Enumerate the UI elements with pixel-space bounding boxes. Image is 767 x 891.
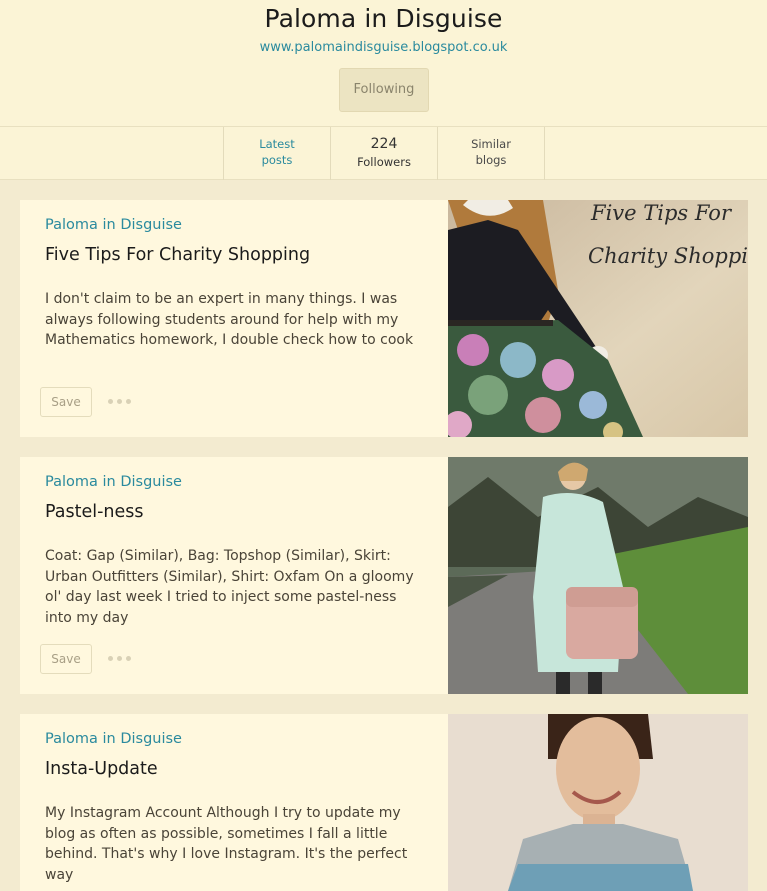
followers-label: Followers <box>357 155 411 169</box>
post-title[interactable]: Five Tips For Charity Shopping <box>45 245 310 265</box>
post-photo-pastel-coat <box>448 457 748 694</box>
post-photo-instagram-portrait <box>448 714 748 891</box>
followers-count: 224 <box>370 136 398 152</box>
blog-header: Paloma in Disguise www.palomaindisguise.… <box>0 0 767 126</box>
post-image[interactable] <box>448 457 748 694</box>
post-blog-name[interactable]: Paloma in Disguise <box>45 217 182 233</box>
latest-posts-label-line1: Latest <box>259 137 295 151</box>
image-caption-line1: Five Tips For <box>590 201 733 225</box>
similar-blogs-tab[interactable]: Similar blogs <box>437 127 545 180</box>
post-image[interactable]: Five Tips For Charity Shopping <box>448 200 748 437</box>
blog-title: Paloma in Disguise <box>264 4 503 33</box>
post-excerpt: I don't claim to be an expert in many th… <box>45 291 414 348</box>
post-excerpt: Coat: Gap (Similar), Bag: Topshop (Simil… <box>45 548 414 626</box>
post-card[interactable]: Paloma in Disguise Pastel-ness Coat: Gap… <box>20 457 748 694</box>
post-photo-charity-shopping: Five Tips For Charity Shopping <box>448 200 748 437</box>
save-button[interactable]: Save <box>40 387 92 417</box>
post-title[interactable]: Insta-Update <box>45 759 158 779</box>
following-button[interactable]: Following <box>339 68 429 112</box>
latest-posts-label-line2: posts <box>261 153 293 167</box>
post-card[interactable]: Paloma in Disguise Insta-Update My Insta… <box>20 714 748 891</box>
similar-blogs-label-line1: Similar <box>471 137 511 151</box>
followers-tab[interactable]: 224 Followers <box>330 127 437 180</box>
post-card[interactable]: Paloma in Disguise Five Tips For Charity… <box>20 200 748 437</box>
more-options-icon[interactable] <box>108 656 132 662</box>
post-blog-name[interactable]: Paloma in Disguise <box>45 474 182 490</box>
post-title[interactable]: Pastel-ness <box>45 502 144 522</box>
save-button[interactable]: Save <box>40 644 92 674</box>
stats-bar: Latest posts 224 Followers Similar blogs <box>0 126 767 180</box>
post-blog-name[interactable]: Paloma in Disguise <box>45 731 182 747</box>
similar-blogs-label-line2: blogs <box>475 153 507 167</box>
image-caption-line2: Charity Shopping <box>588 244 748 268</box>
post-image[interactable] <box>448 714 748 891</box>
latest-posts-tab[interactable]: Latest posts <box>223 127 330 180</box>
blog-url-link[interactable]: www.palomaindisguise.blogspot.co.uk <box>0 40 767 55</box>
more-options-icon[interactable] <box>108 399 132 405</box>
post-excerpt: My Instagram Account Although I try to u… <box>45 805 408 883</box>
